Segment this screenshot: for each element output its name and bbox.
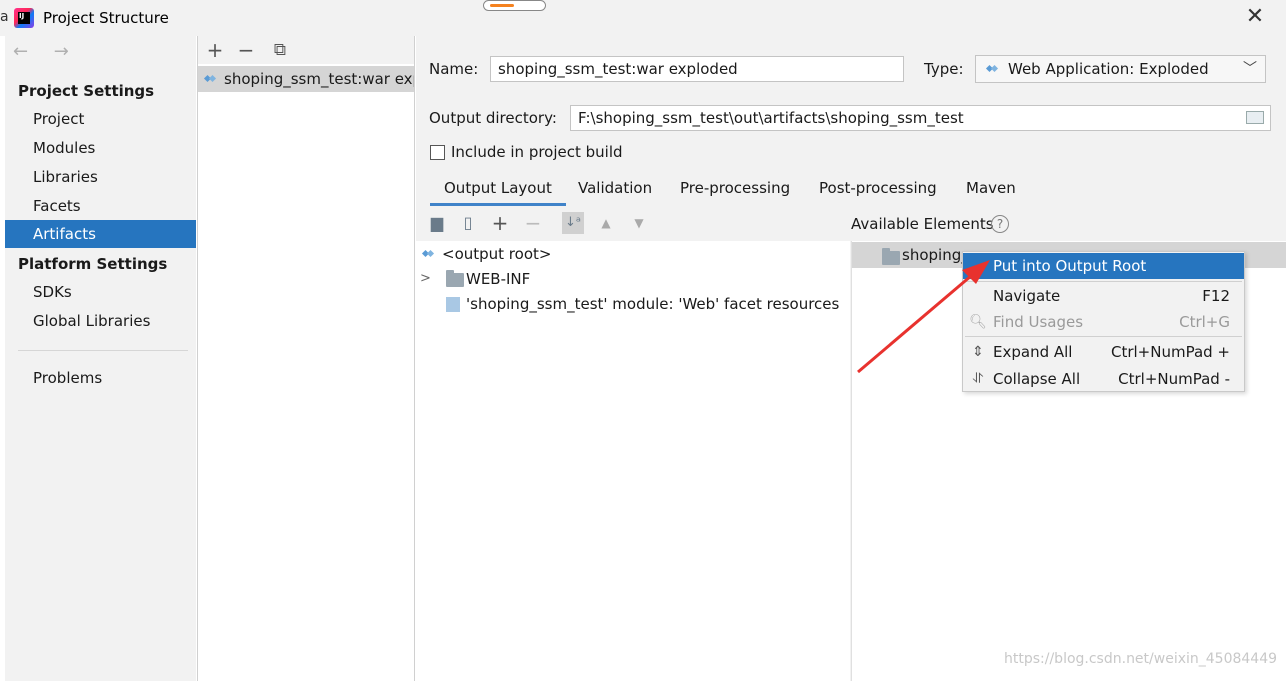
- menu-item-label: Put into Output Root: [993, 257, 1147, 275]
- copy-artifact-icon[interactable]: ⧉: [268, 38, 292, 62]
- create-archive-icon[interactable]: ▯: [457, 212, 479, 234]
- back-forward-arrows-icon[interactable]: ← →: [13, 41, 79, 62]
- menu-item-navigate[interactable]: Navigate F12: [963, 283, 1244, 309]
- include-in-build-label: Include in project build: [451, 143, 623, 161]
- output-root-label: <output root>: [442, 245, 552, 263]
- output-root-icon: [422, 248, 434, 260]
- tree-node-web-inf[interactable]: > WEB-INF: [420, 267, 530, 291]
- artifacts-list-panel: + − ⧉ shoping_ssm_test:war expl: [197, 36, 415, 681]
- menu-item-put-into-output-root[interactable]: Put into Output Root: [963, 253, 1244, 279]
- menu-item-expand-all[interactable]: ⇕ Expand All Ctrl+NumPad +: [963, 339, 1244, 365]
- sidebar-item-project[interactable]: Project: [5, 105, 196, 133]
- sidebar-item-global-libraries[interactable]: Global Libraries: [5, 307, 196, 335]
- menu-item-find-usages[interactable]: 🔍︎ Find Usages Ctrl+G: [963, 309, 1244, 335]
- name-field[interactable]: shoping_ssm_test:war exploded: [490, 56, 904, 82]
- title-scroll-indicator: [483, 0, 546, 11]
- remove-artifact-icon[interactable]: −: [234, 38, 258, 62]
- sidebar-divider: [18, 350, 188, 351]
- expand-all-icon: ⇕: [972, 344, 984, 360]
- output-directory-label: Output directory:: [429, 109, 557, 127]
- sidebar-item-libraries[interactable]: Libraries: [5, 163, 196, 191]
- sidebar-item-artifacts[interactable]: Artifacts: [5, 220, 196, 248]
- context-menu: Put into Output Root Navigate F12 🔍︎ Fin…: [962, 251, 1245, 392]
- tree-node-output-root[interactable]: <output root>: [422, 242, 551, 266]
- search-icon: 🔍︎: [969, 314, 987, 330]
- tree-node-facet-resources[interactable]: 'shoping_ssm_test' module: 'Web' facet r…: [446, 292, 839, 316]
- name-label: Name:: [429, 60, 479, 78]
- left-edge-char: a: [0, 9, 9, 25]
- type-dropdown-value: Web Application: Exploded: [1008, 60, 1209, 78]
- sidebar-item-facets[interactable]: Facets: [5, 192, 196, 220]
- module-folder-icon: [882, 248, 900, 265]
- include-in-build-checkbox[interactable]: [430, 145, 445, 160]
- menu-item-shortcut: Ctrl+NumPad +: [1110, 343, 1230, 361]
- artifact-list-item[interactable]: shoping_ssm_test:war expl: [198, 66, 415, 92]
- available-element-label: shoping_: [902, 246, 969, 264]
- tab-maven[interactable]: Maven: [966, 176, 1016, 206]
- platform-settings-header: Platform Settings: [18, 255, 168, 273]
- menu-item-label: Find Usages: [993, 313, 1084, 331]
- sort-elements-icon[interactable]: ↓ᵃ: [562, 212, 584, 234]
- available-elements-label: Available Elements: [851, 215, 994, 233]
- menu-item-collapse-all[interactable]: ⥯ Collapse All Ctrl+NumPad -: [963, 366, 1244, 392]
- web-artifact-icon: [204, 73, 216, 85]
- menu-separator: [965, 281, 1242, 282]
- tab-output-layout[interactable]: Output Layout: [430, 176, 566, 206]
- output-directory-field[interactable]: F:\shoping_ssm_test\out\artifacts\shopin…: [570, 105, 1271, 131]
- chevron-right-icon: >: [420, 271, 431, 286]
- web-app-icon: [986, 63, 998, 75]
- type-dropdown[interactable]: Web Application: Exploded ﹀: [975, 55, 1266, 83]
- help-icon[interactable]: ?: [991, 215, 1009, 233]
- close-icon[interactable]: ✕: [1242, 5, 1268, 31]
- menu-item-shortcut: Ctrl+NumPad -: [1118, 370, 1230, 388]
- menu-item-label: Collapse All: [993, 370, 1081, 388]
- type-label: Type:: [924, 60, 964, 78]
- tab-post-processing[interactable]: Post-processing: [819, 176, 937, 206]
- add-artifact-icon[interactable]: +: [203, 38, 227, 62]
- tab-validation[interactable]: Validation: [578, 176, 652, 206]
- menu-item-shortcut: Ctrl+G: [1179, 313, 1230, 331]
- web-resource-icon: [446, 297, 460, 312]
- project-settings-header: Project Settings: [18, 82, 155, 100]
- add-copy-icon[interactable]: +: [489, 212, 511, 234]
- menu-item-shortcut: F12: [1202, 287, 1230, 305]
- sidebar-item-modules[interactable]: Modules: [5, 134, 196, 162]
- web-inf-label: WEB-INF: [466, 270, 531, 288]
- available-elements-header: Available Elements ?: [851, 208, 1286, 240]
- remove-element-icon[interactable]: −: [522, 212, 544, 234]
- artifact-tabs: Output Layout Validation Pre-processing …: [416, 176, 1286, 206]
- output-directory-value: F:\shoping_ssm_test\out\artifacts\shopin…: [578, 109, 964, 127]
- artifact-name: shoping_ssm_test:war expl: [224, 70, 415, 88]
- window-title: Project Structure: [43, 9, 169, 27]
- sidebar-item-sdks[interactable]: SDKs: [5, 278, 196, 306]
- menu-separator: [965, 336, 1242, 337]
- output-layout-toolbar: ▆ ▯ + − ↓ᵃ ▲ ▼: [416, 208, 850, 240]
- move-up-icon[interactable]: ▲: [595, 212, 617, 234]
- tab-pre-processing[interactable]: Pre-processing: [680, 176, 790, 206]
- chevron-down-icon: ﹀: [1243, 61, 1257, 77]
- output-layout-tree: <output root> > WEB-INF 'shoping_ssm_tes…: [416, 241, 850, 681]
- menu-item-label: Expand All: [993, 343, 1073, 361]
- artifacts-toolbar: + − ⧉: [198, 36, 414, 64]
- title-bar: a IJ Project Structure ✕: [0, 0, 1286, 36]
- menu-item-label: Navigate: [993, 287, 1061, 305]
- collapse-all-icon: ⥯: [972, 371, 984, 387]
- sidebar-item-problems[interactable]: Problems: [5, 364, 196, 392]
- create-directory-icon[interactable]: ▆: [426, 212, 448, 234]
- facet-resources-label: 'shoping_ssm_test' module: 'Web' facet r…: [466, 295, 840, 313]
- folder-icon: [446, 270, 464, 287]
- watermark: https://blog.csdn.net/weixin_45084449: [1004, 651, 1278, 667]
- intellij-logo-icon: IJ: [14, 8, 34, 28]
- browse-folder-icon[interactable]: [1246, 111, 1264, 124]
- move-down-icon[interactable]: ▼: [628, 212, 650, 234]
- settings-sidebar: ← → Project Settings Project Modules Lib…: [5, 36, 196, 681]
